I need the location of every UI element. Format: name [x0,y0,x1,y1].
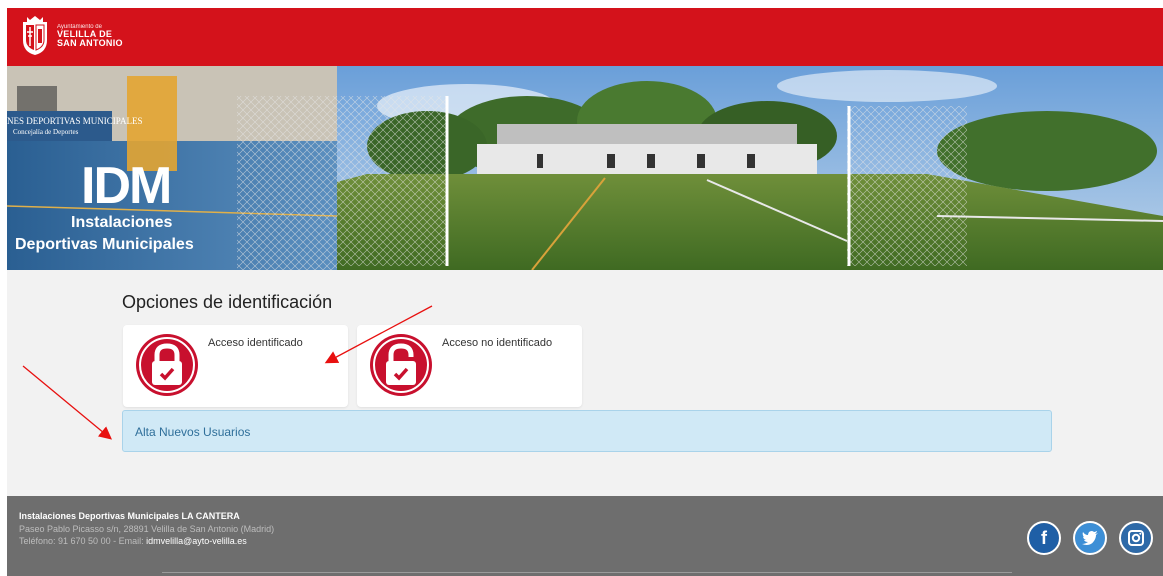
page-title: Opciones de identificación [122,292,333,312]
option-label: Acceso identificado [208,337,303,349]
twitter-icon[interactable] [1073,521,1107,555]
banner-image: NES DEPORTIVAS MUNICIPALES Concejalía de… [7,66,1163,270]
gym-sign-line1: NES DEPORTIVAS MUNICIPALES [7,116,143,126]
footer-divider [162,572,1012,573]
instagram-icon[interactable] [1119,521,1153,555]
main-content: Opciones de identificación Acceso identi… [7,270,1163,496]
footer-address: Paseo Pablo Picasso s/n, 28891 Velilla d… [19,524,275,534]
lock-open-icon [370,334,432,396]
logo-line2: SAN ANTONIO [57,38,123,48]
footer-phone: Teléfono: 91 670 50 00 - Email: [19,536,147,546]
option-anonymous-access[interactable]: Acceso no identificado [357,325,582,407]
footer: Instalaciones Deportivas Municipales LA … [7,496,1163,576]
idm-subtitle-line2: Deportivas Municipales [15,236,194,253]
register-label: Alta Nuevos Usuarios [135,425,251,439]
footer-email-link[interactable]: idmvelilla@ayto-velilla.es [146,536,247,546]
logo-text: Ayuntamiento de VELILLA DE SAN ANTONIO [57,24,123,48]
idm-brand: NES DEPORTIVAS MUNICIPALES Concejalía de… [7,66,337,270]
header-bar: Ayuntamiento de VELILLA DE SAN ANTONIO [7,8,1163,66]
gym-sign-line2: Concejalía de Deportes [13,128,79,136]
facebook-icon[interactable]: f [1027,521,1061,555]
option-label: Acceso no identificado [442,337,553,349]
instagram-camera-icon [1128,530,1144,546]
logo-small-text: Ayuntamiento de [57,24,102,30]
coat-of-arms-icon [23,16,47,55]
footer-title: Instalaciones Deportivas Municipales LA … [19,511,240,521]
footer-contact: Teléfono: 91 670 50 00 - Email: idmvelil… [19,536,247,546]
lock-closed-icon [136,334,198,396]
twitter-bird-icon [1082,531,1098,545]
option-identified-access[interactable]: Acceso identificado [123,325,348,407]
municipality-logo[interactable]: Ayuntamiento de VELILLA DE SAN ANTONIO [21,13,171,59]
idm-title: IDM [81,157,172,215]
idm-subtitle-line1: Instalaciones [71,214,173,231]
register-new-users-button[interactable]: Alta Nuevos Usuarios [122,410,1052,452]
